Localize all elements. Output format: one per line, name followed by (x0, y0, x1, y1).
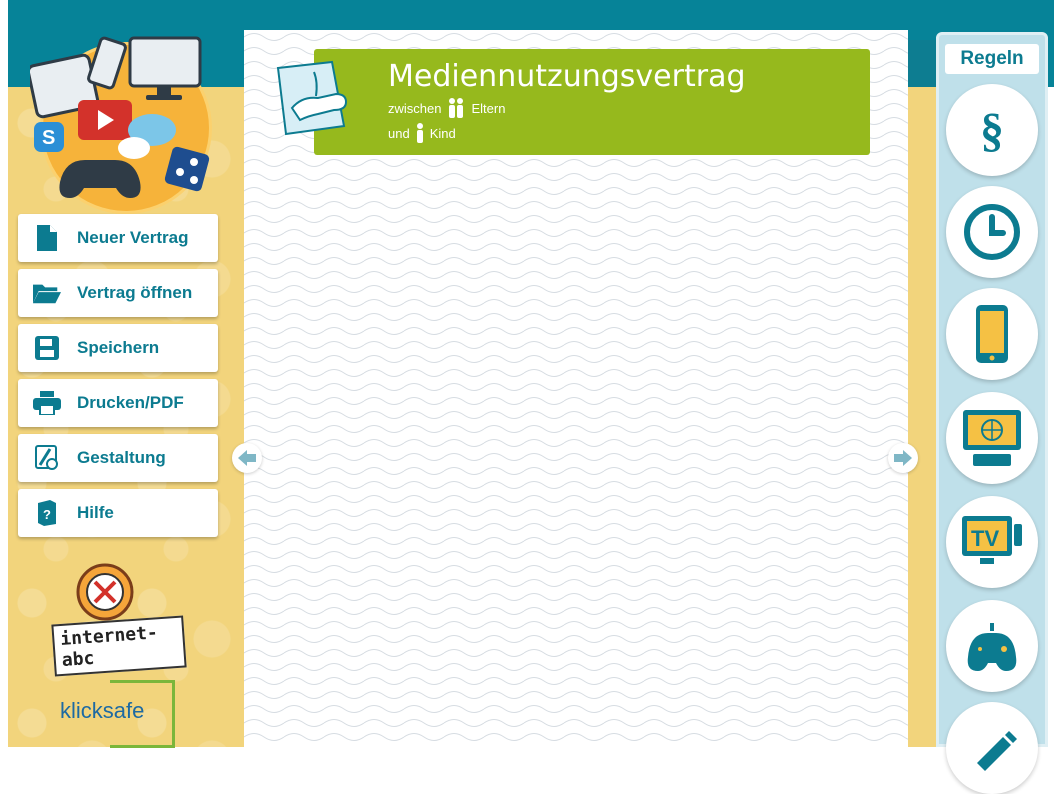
contract-banner: Mediennutzungsvertrag zwischen Eltern un… (314, 49, 870, 155)
save-label: Speichern (77, 338, 160, 357)
rule-internet-button[interactable] (946, 392, 1038, 484)
new-contract-label: Neuer Vertrag (77, 228, 189, 247)
top-bar-shadow (908, 40, 938, 87)
banner-line2-suffix: Kind (429, 125, 456, 141)
rule-tv-button[interactable]: TV (946, 496, 1038, 588)
print-icon (33, 389, 61, 417)
print-label: Drucken/PDF (77, 393, 184, 412)
computer-internet-icon (963, 410, 1021, 466)
new-contract-button[interactable]: Neuer Vertrag (18, 214, 218, 262)
paragraph-icon: § (980, 103, 1004, 157)
help-book-icon: ? (33, 499, 61, 527)
internet-abc-text: internet-abc (51, 615, 187, 677)
banner-line2-prefix: und (388, 125, 410, 141)
previous-page-button[interactable] (232, 443, 262, 473)
next-page-button[interactable] (888, 443, 918, 473)
folder-open-icon (33, 279, 61, 307)
tv-icon: TV (962, 516, 1022, 564)
klicksafe-logo[interactable]: klicksafe (60, 680, 180, 748)
design-button[interactable]: Gestaltung (18, 434, 218, 482)
rule-paragraph-button[interactable]: § (946, 84, 1038, 176)
parents-icon (449, 98, 464, 118)
svg-text:?: ? (43, 507, 51, 522)
child-icon (416, 123, 423, 143)
arrow-right-icon (894, 450, 912, 466)
open-contract-label: Vertrag öffnen (77, 283, 193, 302)
banner-parties-line2: und Kind (388, 123, 456, 143)
internet-abc-logo[interactable]: internet-abc (45, 562, 187, 677)
handshake-icon (272, 58, 380, 140)
pencil-icon (977, 731, 1017, 771)
smartphone-icon (976, 305, 1008, 363)
open-contract-button[interactable]: Vertrag öffnen (18, 269, 218, 317)
arrow-left-icon (238, 450, 256, 466)
gamepad-icon (967, 623, 1017, 671)
help-label: Hilfe (77, 503, 114, 522)
clock-icon (964, 204, 1020, 260)
right-panel-background (908, 87, 938, 747)
banner-line1-suffix: Eltern (471, 100, 506, 116)
rule-writing-button[interactable] (946, 702, 1038, 794)
save-button[interactable]: Speichern (18, 324, 218, 372)
design-label: Gestaltung (77, 448, 166, 467)
banner-parties-line1: zwischen Eltern (388, 98, 505, 118)
design-icon (33, 444, 61, 472)
help-button[interactable]: ? Hilfe (18, 489, 218, 537)
app-logo: S (30, 32, 215, 214)
main-menu: Neuer Vertrag Vertrag öffnen Speichern D… (18, 214, 218, 544)
rule-games-button[interactable] (946, 600, 1038, 692)
save-icon (33, 334, 61, 362)
svg-text:TV: TV (971, 526, 999, 551)
banner-line1-prefix: zwischen (388, 100, 442, 116)
rule-time-button[interactable] (946, 186, 1038, 278)
svg-text:S: S (42, 127, 55, 149)
klicksafe-text: klicksafe (60, 698, 145, 723)
rule-smartphone-button[interactable] (946, 288, 1038, 380)
rules-title: Regeln (945, 44, 1039, 74)
contract-title: Mediennutzungsvertrag (388, 59, 746, 94)
print-button[interactable]: Drucken/PDF (18, 379, 218, 427)
new-file-icon (33, 224, 61, 252)
